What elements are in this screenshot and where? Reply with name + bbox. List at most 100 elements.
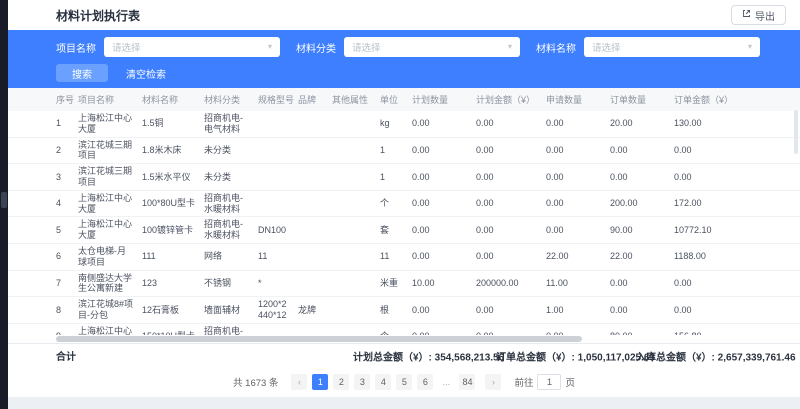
export-button-label: 导出 — [755, 8, 775, 23]
summary-total: 订单总金额（¥）: 1,050,117,025.63 — [496, 348, 655, 363]
sidebar-toggle[interactable] — [1, 192, 7, 208]
table-row[interactable]: 9上海松江中心大厦150*10U型卡招商机电-水暖材料个0.000.000.00… — [8, 323, 800, 335]
pager-ellipsis[interactable]: ... — [438, 374, 454, 390]
table-cell — [328, 243, 376, 270]
pager-page-1[interactable]: 1 — [312, 374, 328, 390]
table-cell: 1.5铜 — [138, 111, 200, 137]
filter-field-project-name: 项目名称 请选择 ▾ — [56, 37, 280, 57]
clear-search-link[interactable]: 清空检索 — [126, 66, 166, 81]
project-name-select[interactable]: 请选择 ▾ — [104, 37, 280, 57]
table-cell: 0.00 — [606, 297, 670, 324]
table-cell — [328, 323, 376, 335]
select-placeholder: 请选择 — [592, 40, 748, 54]
table-cell: 招商机电-水暖材料 — [200, 217, 254, 244]
table-row[interactable]: 4上海松江中心大厦100*80U型卡招商机电-水暖材料个0.000.000.00… — [8, 190, 800, 217]
column-header: 材料分类 — [200, 88, 254, 111]
filter-actions: 搜索 清空检索 — [56, 64, 786, 82]
table-row[interactable]: 7南侧盛达大学生公寓新建123不锈钢*米重10.00200000.0011.00… — [8, 270, 800, 297]
table-cell — [254, 111, 294, 137]
table-cell: 11 — [254, 243, 294, 270]
app-window: 材料计划执行表 导出 项目名称 请选择 ▾ 材料分类 — [0, 0, 800, 409]
material-category-select[interactable]: 请选择 ▾ — [344, 37, 520, 57]
table-cell — [294, 270, 328, 297]
table-cell: 太仓电梯-月球项目 — [74, 243, 138, 270]
pager-page-4[interactable]: 4 — [375, 374, 391, 390]
pager-page-2[interactable]: 2 — [333, 374, 349, 390]
table-cell: 上海松江中心大厦 — [74, 190, 138, 217]
export-button[interactable]: 导出 — [731, 5, 786, 25]
pager-page-5[interactable]: 5 — [396, 374, 412, 390]
table-cell — [328, 190, 376, 217]
table-cell: 80.00 — [606, 323, 670, 335]
filter-field-material-name: 材料名称 请选择 ▾ — [536, 37, 760, 57]
table-cell: 1.5米水平仪 — [138, 164, 200, 191]
table-cell: 0.00 — [408, 111, 472, 137]
table-cell: 0.00 — [542, 111, 606, 137]
horizontal-scrollbar-thumb[interactable] — [56, 336, 582, 342]
table-cell: 3 — [8, 164, 74, 191]
summary-total-label: 计划总金额（¥）: — [353, 352, 435, 363]
table-cell: 滨江花城8#项目-分包 — [74, 297, 138, 324]
table-cell: 12石膏板 — [138, 297, 200, 324]
vertical-scrollbar[interactable] — [794, 110, 798, 154]
table-row[interactable]: 8滨江花城8#项目-分包12石膏板墙面辅材1200*2440*12龙牌根0.00… — [8, 297, 800, 324]
material-name-select[interactable]: 请选择 ▾ — [584, 37, 760, 57]
table-cell: 0.00 — [606, 270, 670, 297]
table-cell: 未分类 — [200, 164, 254, 191]
table-cell: 0.00 — [472, 323, 542, 335]
table-cell: 0.00 — [542, 164, 606, 191]
table-cell: 个 — [376, 190, 408, 217]
table-cell: 4 — [8, 190, 74, 217]
table-cell: 龙牌 — [294, 297, 328, 324]
pager-page-3[interactable]: 3 — [354, 374, 370, 390]
table-cell: 招商机电-水暖材料 — [200, 323, 254, 335]
table-cell: 100*80U型卡 — [138, 190, 200, 217]
table-cell — [328, 217, 376, 244]
table-cell: 0.00 — [472, 190, 542, 217]
table-card: 序号项目名称材料名称材料分类规格型号品牌其他属性单位计划数量计划金额（¥）申请数… — [8, 88, 800, 397]
table-cell: 上海松江中心大厦 — [74, 111, 138, 137]
pager-prev-button[interactable]: ‹ — [291, 374, 307, 390]
select-placeholder: 请选择 — [112, 40, 268, 54]
table-cell: 10.00 — [408, 270, 472, 297]
table-cell: 招商机电-水暖材料 — [200, 190, 254, 217]
table-cell: 0.00 — [670, 297, 800, 324]
table-cell: 1 — [376, 137, 408, 164]
column-header: 材料名称 — [138, 88, 200, 111]
table-row[interactable]: 5上海松江中心大厦100镀锌管卡招商机电-水暖材料DN100套0.000.000… — [8, 217, 800, 244]
left-sidebar-strip — [0, 0, 8, 409]
table-cell: 0.00 — [542, 137, 606, 164]
table-cell: 根 — [376, 297, 408, 324]
table-cell: 0.00 — [670, 270, 800, 297]
horizontal-scrollbar-track — [8, 335, 800, 343]
pager-page-6[interactable]: 6 — [417, 374, 433, 390]
table-body: 1上海松江中心大厦1.5铜招商机电-电气材料kg0.000.000.0020.0… — [8, 111, 800, 335]
table-cell: 套 — [376, 217, 408, 244]
table-cell: 0.00 — [408, 323, 472, 335]
pagination-total-count: 共 1673 条 — [233, 375, 278, 389]
table-cell: 111 — [138, 243, 200, 270]
table-cell: 90.00 — [606, 217, 670, 244]
table-row[interactable]: 1上海松江中心大厦1.5铜招商机电-电气材料kg0.000.000.0020.0… — [8, 111, 800, 137]
goto-prefix-label: 前往 — [514, 375, 533, 389]
table-cell — [328, 270, 376, 297]
pager-next-button[interactable]: › — [485, 374, 501, 390]
table-cell: 100镀锌管卡 — [138, 217, 200, 244]
goto-page-input[interactable] — [537, 374, 561, 390]
table-cell: 200.00 — [606, 190, 670, 217]
table-cell: 不锈钢 — [200, 270, 254, 297]
table-cell: DN100 — [254, 217, 294, 244]
column-header: 订单金额（¥） — [670, 88, 800, 111]
table-cell: 墙面辅材 — [200, 297, 254, 324]
table-cell: 11 — [376, 243, 408, 270]
table-row[interactable]: 6太仓电梯-月球项目111网络11110.000.0022.0022.00118… — [8, 243, 800, 270]
pager-page-84[interactable]: 84 — [459, 374, 475, 390]
chevron-down-icon: ▾ — [268, 43, 272, 51]
goto-suffix-label: 页 — [565, 375, 575, 389]
table-cell — [294, 190, 328, 217]
table-cell: kg — [376, 111, 408, 137]
table-row[interactable]: 2滨江花城三期项目1.8米木床未分类10.000.000.000.000.00 — [8, 137, 800, 164]
table-row[interactable]: 3滨江花城三期项目1.5米水平仪未分类10.000.000.000.000.00 — [8, 164, 800, 191]
search-button[interactable]: 搜索 — [56, 64, 108, 82]
table-cell — [294, 217, 328, 244]
